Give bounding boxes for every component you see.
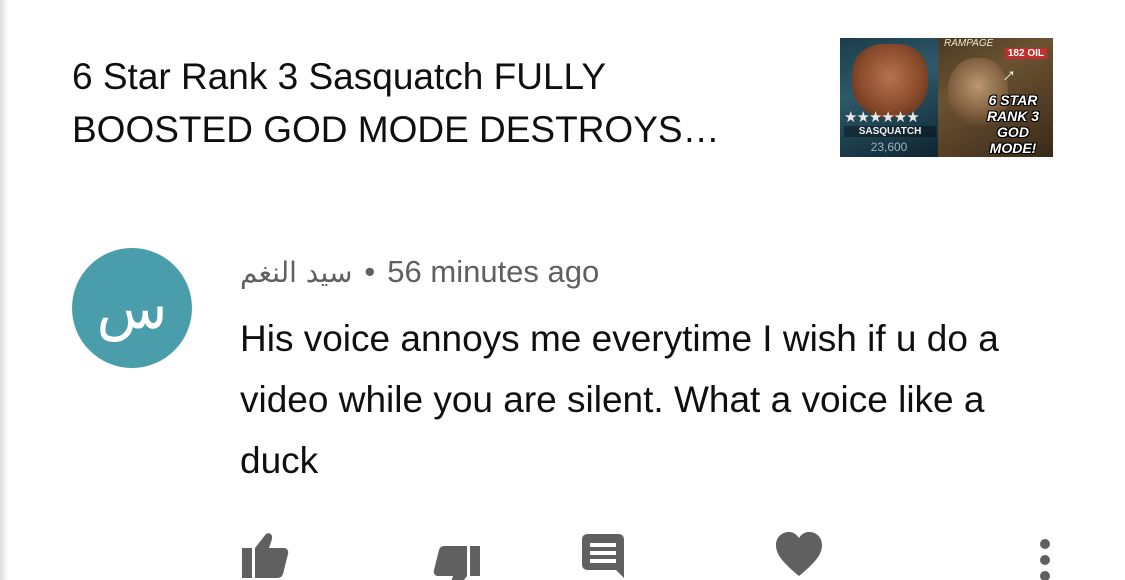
thumbs-up-icon[interactable] <box>240 530 290 580</box>
thumbnail-promo-panel: RAMPAGE 182 OIL ↑ 6 STAR RANK 3 GOD MODE… <box>938 38 1053 157</box>
reply-icon[interactable] <box>578 530 628 580</box>
comment-author[interactable]: سيد النغم <box>240 256 352 289</box>
thumbnail-rating: 23,600 <box>870 140 908 154</box>
video-thumbnail[interactable]: ★★★★★★ SASQUATCH 23,600 RAMPAGE 182 OIL … <box>840 38 1053 157</box>
thumbs-down-icon[interactable] <box>432 530 482 580</box>
heart-icon[interactable] <box>774 530 824 580</box>
thumbnail-champion-card: ★★★★★★ SASQUATCH 23,600 <box>840 38 938 157</box>
video-row[interactable]: 6 Star Rank 3 Sasquatch FULLY BOOSTED GO… <box>72 38 1062 160</box>
thumbnail-champion-name: SASQUATCH <box>844 126 936 137</box>
comment-text: His voice annoys me everytime I wish if … <box>240 318 999 481</box>
thumbnail-champion-portrait <box>852 44 928 118</box>
thumbnail-stars: ★★★★★★ <box>844 109 920 126</box>
page: 6 Star Rank 3 Sasquatch FULLY BOOSTED GO… <box>0 0 1125 580</box>
edge-shadow <box>0 0 8 580</box>
video-title[interactable]: 6 Star Rank 3 Sasquatch FULLY BOOSTED GO… <box>72 50 772 156</box>
avatar[interactable]: س <box>72 248 192 368</box>
comment-header: سيد النغم • 56 minutes ago <box>240 252 599 292</box>
header-separator: • <box>364 254 376 289</box>
thumbnail-promo-text: 6 STAR RANK 3 GOD MODE! <box>986 92 1040 156</box>
more-vert-icon[interactable] <box>1030 530 1060 580</box>
thumbnail-oil-badge: 182 OIL <box>1004 48 1047 59</box>
comment-time: 56 minutes ago <box>387 254 600 289</box>
